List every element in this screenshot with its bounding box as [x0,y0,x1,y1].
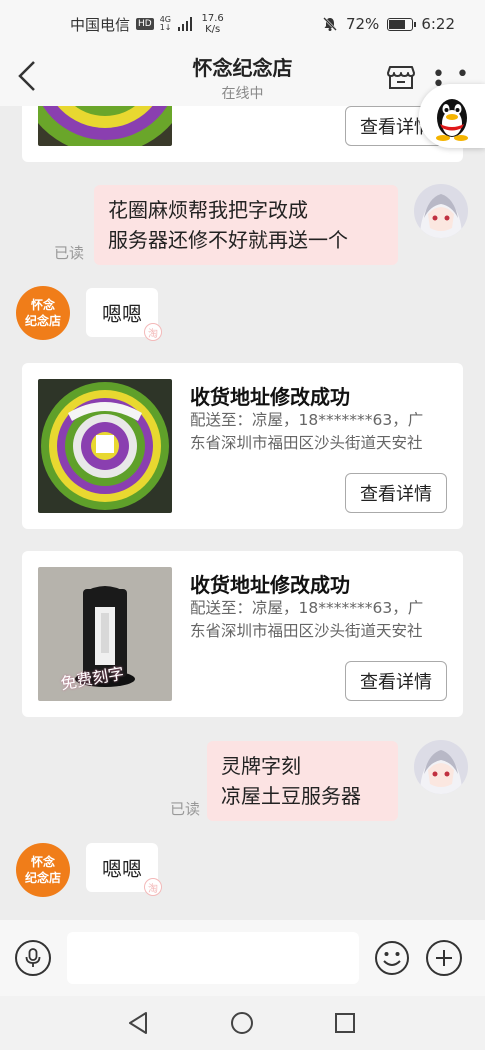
battery-fill [389,19,406,29]
card-title: 收货地址修改成功 [190,385,350,409]
signal-icon [177,17,192,31]
wreath-image [38,379,172,513]
message-text-line: 花圈麻烦帮我把字改成 [108,198,308,222]
nav-back-icon[interactable] [126,1010,152,1036]
message-text: 嗯嗯 [102,302,142,326]
chat-area[interactable]: 查看详情 花圈麻烦帮我把字改成 服务器还修不好就再送一个 已读 怀念 纪念店 嗯… [0,106,485,920]
network-speed: 17.6 K/s [202,13,224,35]
anime-avatar-image [414,184,468,238]
card-address: 配送至：凉屋，18*******63，广 东省深圳市福田区沙头街道天安社 [190,409,454,455]
address-change-card[interactable]: 免费刻字 收货地址修改成功 配送至：凉屋，18*******63，广 东省深圳市… [22,551,463,717]
taobao-mark-icon: 淘 [144,323,162,341]
emoji-icon[interactable] [374,940,410,976]
message-text: 嗯嗯 [102,857,142,881]
shop-avatar-line2: 纪念店 [24,314,61,328]
shop-message-bubble: 嗯嗯 淘 [86,843,162,896]
microphone-glyph [25,948,41,967]
network-direction-label: 1↓ [159,23,172,32]
address-line: 东省深圳市福田区沙头街道天安社 [190,622,423,640]
network-speed-value: 17.6 [201,13,224,24]
user-message-bubble: 灵牌字刻 凉屋土豆服务器 [207,741,398,821]
network-speed-unit: K/s [205,24,221,35]
user-avatar[interactable] [414,740,468,794]
address-line: 东省深圳市福田区沙头街道天安社 [190,434,423,452]
message-text-line: 灵牌字刻 [221,754,301,778]
address-line: 配送至：凉屋，18*******63，广 [190,599,424,617]
shop-avatar[interactable]: 怀念 纪念店 [16,286,70,340]
view-details-button[interactable]: 查看详情 [345,473,447,513]
address-change-card[interactable]: 收货地址修改成功 配送至：凉屋，18*******63，广 东省深圳市福田区沙头… [22,363,463,529]
mute-bell-icon [323,17,337,31]
qq-penguin-icon [436,99,468,141]
shop-avatar[interactable]: 怀念 纪念店 [16,843,70,897]
store-icon[interactable] [386,62,416,92]
clock: 6:22 [421,15,455,33]
read-receipt: 已读 [54,244,85,262]
hd-badge: HD [136,18,154,30]
view-details-button[interactable]: 查看详情 [345,661,447,701]
shop-avatar-line1: 怀念 [30,855,55,869]
plus-icon[interactable] [426,940,462,976]
battery-icon [387,17,417,31]
memorial-tablet-image: 免费刻字 [38,567,172,701]
carrier-label: 中国电信 [70,15,131,34]
chat-header: 怀念纪念店 在线中 • • • [0,48,485,106]
taobao-mark-icon: 淘 [144,878,162,896]
microphone-icon[interactable] [15,940,51,976]
system-nav-bar [0,996,485,1050]
card-address: 配送至：凉屋，18*******63，广 东省深圳市福田区沙头街道天安社 [190,597,454,643]
user-avatar[interactable] [414,184,468,238]
anime-avatar-image [414,740,468,794]
order-card-partial: 查看详情 [22,106,463,162]
input-bar [0,920,485,996]
wreath-image [38,106,172,146]
shop-message-bubble: 嗯嗯 淘 [86,288,162,341]
message-input[interactable] [67,932,359,984]
nav-home-icon[interactable] [229,1010,255,1036]
qq-float-button[interactable] [419,84,485,148]
shop-avatar-line1: 怀念 [30,298,55,312]
nav-recents-icon[interactable] [332,1010,358,1036]
read-receipt: 已读 [170,800,201,818]
card-title: 收货地址修改成功 [190,573,350,597]
message-text-line: 服务器还修不好就再送一个 [108,228,348,252]
wreath-image-partial [38,106,172,146]
status-bar: 中国电信 HD 4G 1↓ 17.6 K/s 72% 6:22 [0,0,485,48]
address-line: 配送至：凉屋，18*******63，广 [190,411,424,429]
shop-avatar-line2: 纪念店 [24,871,61,885]
wreath-image-graphic [38,379,172,513]
user-message-bubble: 花圈麻烦帮我把字改成 服务器还修不好就再送一个 [94,185,398,265]
message-text-line: 凉屋土豆服务器 [221,784,361,808]
battery-percent: 72% [345,15,380,33]
plus-glyph [436,950,452,966]
network-type: 4G 1↓ [160,16,172,32]
